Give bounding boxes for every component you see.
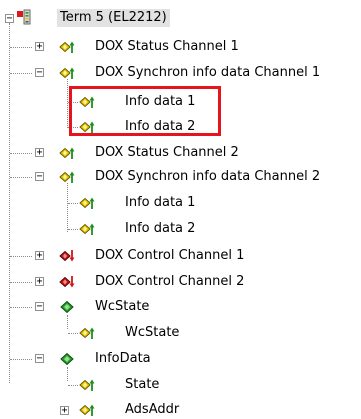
highlight-box bbox=[69, 86, 221, 136]
tree-item-label[interactable]: Info data 2 bbox=[125, 220, 195, 238]
tree-line bbox=[10, 47, 32, 48]
tree-line bbox=[10, 177, 32, 178]
tree-line bbox=[67, 79, 68, 128]
tree-root-label[interactable]: Term 5 (EL2212) bbox=[57, 9, 170, 27]
tree-item-label[interactable]: AdsAddr bbox=[125, 401, 179, 419]
tree-line bbox=[68, 203, 78, 204]
tree-item-label[interactable]: WcState bbox=[95, 298, 149, 316]
expand-toggle[interactable]: + bbox=[35, 277, 44, 287]
tree-line bbox=[67, 183, 68, 232]
tree-line bbox=[68, 385, 78, 386]
input-var-icon bbox=[59, 39, 75, 55]
tree-line bbox=[68, 229, 78, 230]
tree-line bbox=[67, 367, 68, 381]
tree-line bbox=[67, 315, 68, 329]
input-var-icon bbox=[79, 402, 95, 418]
tree-line bbox=[10, 153, 32, 154]
tree-item-label[interactable]: WcState bbox=[125, 324, 179, 342]
input-var-icon bbox=[59, 145, 75, 161]
expand-toggle[interactable]: + bbox=[35, 42, 44, 52]
expand-toggle[interactable]: + bbox=[60, 406, 69, 416]
input-var-icon bbox=[59, 169, 75, 185]
tree-line bbox=[10, 282, 32, 283]
tree-line bbox=[10, 73, 32, 74]
collapse-toggle[interactable]: − bbox=[35, 302, 44, 312]
input-var-icon bbox=[59, 65, 75, 81]
input-var-icon bbox=[79, 221, 95, 237]
output-var-icon bbox=[59, 248, 75, 264]
tree-item-label[interactable]: DOX Synchron info data Channel 1 bbox=[95, 64, 320, 82]
expand-toggle[interactable]: + bbox=[35, 251, 44, 261]
status-group-icon bbox=[59, 351, 75, 367]
tree-line bbox=[10, 359, 32, 360]
tree-item-label[interactable]: State bbox=[125, 376, 159, 394]
input-var-icon bbox=[79, 325, 95, 341]
status-group-icon bbox=[59, 299, 75, 315]
tree-item-label[interactable]: DOX Status Channel 2 bbox=[95, 144, 239, 162]
collapse-toggle[interactable]: − bbox=[5, 14, 14, 24]
tree-item-label[interactable]: Info data 1 bbox=[125, 194, 195, 212]
tree-item-label[interactable]: DOX Control Channel 2 bbox=[95, 273, 244, 291]
tree-item-label[interactable]: DOX Control Channel 1 bbox=[95, 247, 244, 265]
input-var-icon bbox=[79, 377, 95, 393]
tree-line bbox=[9, 23, 10, 383]
output-var-icon bbox=[59, 274, 75, 290]
input-var-icon bbox=[79, 195, 95, 211]
tree-line bbox=[10, 307, 32, 308]
tree-item-label[interactable]: DOX Status Channel 1 bbox=[95, 38, 239, 56]
expand-toggle[interactable]: + bbox=[35, 148, 44, 158]
collapse-toggle[interactable]: − bbox=[35, 68, 44, 78]
tree-item-label[interactable]: DOX Synchron info data Channel 2 bbox=[95, 168, 320, 186]
tree-line bbox=[10, 256, 32, 257]
tree-line bbox=[68, 333, 78, 334]
collapse-toggle[interactable]: − bbox=[35, 354, 44, 364]
terminal-icon bbox=[16, 9, 32, 25]
tree-item-label[interactable]: InfoData bbox=[95, 350, 151, 368]
collapse-toggle[interactable]: − bbox=[35, 172, 44, 182]
